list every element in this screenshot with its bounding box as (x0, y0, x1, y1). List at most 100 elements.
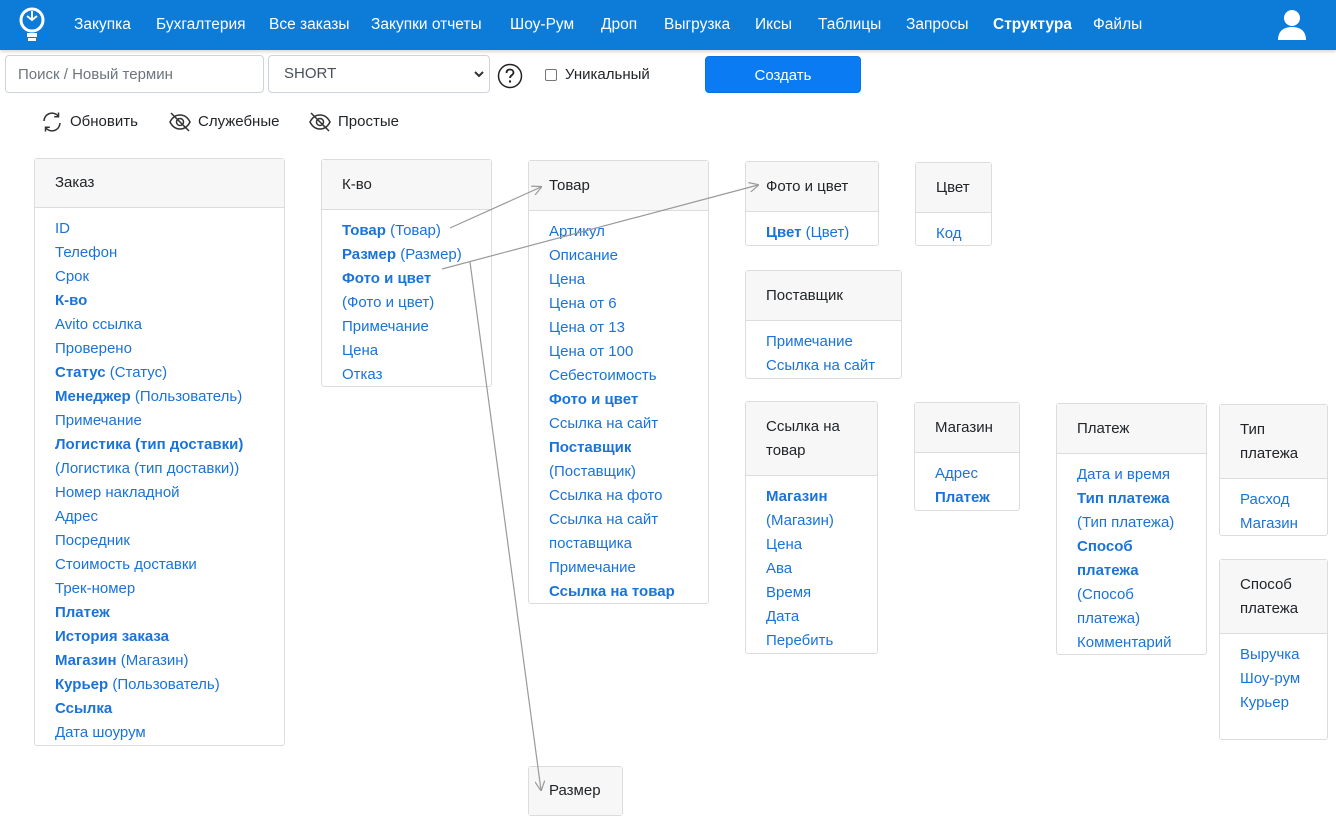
field-item[interactable]: Фото и цвет (549, 388, 688, 412)
simple-toggle[interactable]: Простые (308, 110, 408, 136)
card-title[interactable]: К-во (322, 160, 491, 210)
refresh-button[interactable]: Обновить (40, 110, 150, 136)
field-item[interactable]: Код (936, 222, 971, 246)
field-item[interactable]: Стоимость доставки (55, 553, 264, 577)
field-item[interactable]: Номер накладной (55, 481, 264, 505)
field-item[interactable]: Фото и цвет (Фото и цвет) (342, 267, 471, 315)
field-item[interactable]: Тип платежа (Тип платежа) (1077, 487, 1186, 535)
nav-item-structure[interactable]: Структура (993, 0, 1072, 50)
field-item[interactable]: Посредник (55, 529, 264, 553)
unique-checkbox[interactable] (545, 69, 557, 81)
field-item[interactable]: Примечание (342, 315, 471, 339)
card-title[interactable]: Ссылка на товар (746, 402, 877, 476)
field-item[interactable]: Дата и время (1077, 463, 1186, 487)
field-item[interactable]: Адрес (55, 505, 264, 529)
nav-item-files[interactable]: Файлы (1093, 0, 1142, 50)
field-item[interactable]: Ссылка на сайт поставщика (549, 508, 688, 556)
field-item[interactable]: Магазин (1240, 512, 1307, 536)
field-item[interactable]: Цена (342, 339, 471, 363)
card-title[interactable]: Способ платежа (1220, 560, 1327, 634)
field-item[interactable]: Способ платежа (Способ платежа) (1077, 535, 1186, 631)
service-toggle[interactable]: Служебные (168, 110, 288, 136)
entity-card-магазин: Магазин Адрес Платеж (914, 402, 1020, 511)
field-item[interactable]: Себестоимость (549, 364, 688, 388)
field-item[interactable]: Курьер (Пользователь) (55, 673, 264, 697)
nav-item-zakupka[interactable]: Закупка (74, 0, 131, 50)
card-title[interactable]: Поставщик (746, 271, 901, 321)
field-item[interactable]: Цена от 100 (549, 340, 688, 364)
field-item[interactable]: Менеджер (Пользователь) (55, 385, 264, 409)
card-title[interactable]: Тип платежа (1220, 405, 1327, 479)
field-item[interactable]: Платеж (55, 601, 264, 625)
field-item[interactable]: Ссылка (55, 697, 264, 721)
field-item[interactable]: Шоу-рум (1240, 667, 1307, 691)
nav-item-all-orders[interactable]: Все заказы (269, 0, 350, 50)
field-item[interactable]: Avito ссылка (55, 313, 264, 337)
nav-item-export[interactable]: Выгрузка (664, 0, 730, 50)
field-item[interactable]: Срок (55, 265, 264, 289)
field-item[interactable]: Ссылка на сайт (766, 354, 881, 378)
field-item[interactable]: Телефон (55, 241, 264, 265)
field-item[interactable]: Отказ (342, 363, 471, 387)
field-item[interactable]: Трек-номер (55, 577, 264, 601)
field-item[interactable]: Ссылка на товар (549, 580, 688, 604)
field-item[interactable]: Поставщик (Поставщик) (549, 436, 688, 484)
field-item[interactable]: Магазин (Магазин) (766, 485, 857, 533)
field-name: Магазин (766, 488, 828, 505)
create-button[interactable]: Создать (705, 56, 861, 93)
field-name: К-во (55, 292, 88, 309)
field-item[interactable]: Комментарий (1077, 631, 1186, 655)
nav-item-drop[interactable]: Дроп (601, 0, 637, 50)
card-title[interactable]: Размер (529, 767, 622, 815)
field-item[interactable]: Примечание (549, 556, 688, 580)
field-item[interactable]: Адрес (935, 462, 999, 486)
search-input[interactable] (5, 55, 264, 93)
field-item[interactable]: Магазин (Магазин) (55, 649, 264, 673)
field-item[interactable]: ID (55, 217, 264, 241)
field-item[interactable]: К-во (55, 289, 264, 313)
question-circle-icon[interactable] (497, 63, 523, 89)
field-item[interactable]: Цена от 13 (549, 316, 688, 340)
user-icon[interactable] (1277, 9, 1307, 41)
nav-item-purchase-reports[interactable]: Закупки отчеты (371, 0, 482, 50)
card-title[interactable]: Заказ (35, 159, 284, 208)
nav-item-tables[interactable]: Таблицы (818, 0, 881, 50)
field-item[interactable]: Примечание (766, 330, 881, 354)
field-item[interactable]: Примечание (55, 409, 264, 433)
field-item[interactable]: Дата шоурум (55, 721, 264, 745)
field-item[interactable]: Цена (766, 533, 857, 557)
field-item[interactable]: Цена от 6 (549, 292, 688, 316)
card-title[interactable]: Товар (529, 161, 708, 211)
field-item[interactable]: Описание (549, 244, 688, 268)
field-item[interactable]: Логистика (тип доставки) (Логистика (тип… (55, 433, 264, 481)
field-item[interactable]: Ава (766, 557, 857, 581)
card-title[interactable]: Фото и цвет (746, 162, 878, 212)
field-item[interactable]: Выручка (1240, 643, 1307, 667)
field-item[interactable]: Цвет (Цвет) (766, 221, 858, 245)
field-item[interactable]: Платеж (935, 486, 999, 510)
field-item[interactable]: Время (766, 581, 857, 605)
nav-item-showroom[interactable]: Шоу-Рум (510, 0, 574, 50)
field-item[interactable]: Курьер (1240, 691, 1307, 715)
field-item[interactable]: Товар (Товар) (342, 219, 471, 243)
card-title[interactable]: Платеж (1057, 404, 1206, 454)
field-item[interactable]: Размер (Размер) (342, 243, 471, 267)
field-name: Статус (55, 364, 106, 381)
field-item[interactable]: Проверено (55, 337, 264, 361)
field-item[interactable]: Ссылка на фото (549, 484, 688, 508)
nav-item-queries[interactable]: Запросы (906, 0, 969, 50)
field-item[interactable]: Дата (766, 605, 857, 629)
field-item[interactable]: Статус (Статус) (55, 361, 264, 385)
nav-item-iksy[interactable]: Иксы (755, 0, 792, 50)
field-item[interactable]: Цена (549, 268, 688, 292)
card-title[interactable]: Цвет (916, 163, 991, 213)
field-item[interactable]: Артикул (549, 220, 688, 244)
nav-item-buhgalteria[interactable]: Бухгалтерия (156, 0, 246, 50)
lightbulb-logo-icon[interactable] (16, 6, 48, 44)
field-item[interactable]: Ссылка на сайт (549, 412, 688, 436)
card-title[interactable]: Магазин (915, 403, 1019, 453)
field-item[interactable]: Расход (1240, 488, 1307, 512)
field-item[interactable]: История заказа (55, 625, 264, 649)
format-select[interactable]: SHORT (268, 55, 490, 93)
field-item[interactable]: Перебить (766, 629, 857, 653)
